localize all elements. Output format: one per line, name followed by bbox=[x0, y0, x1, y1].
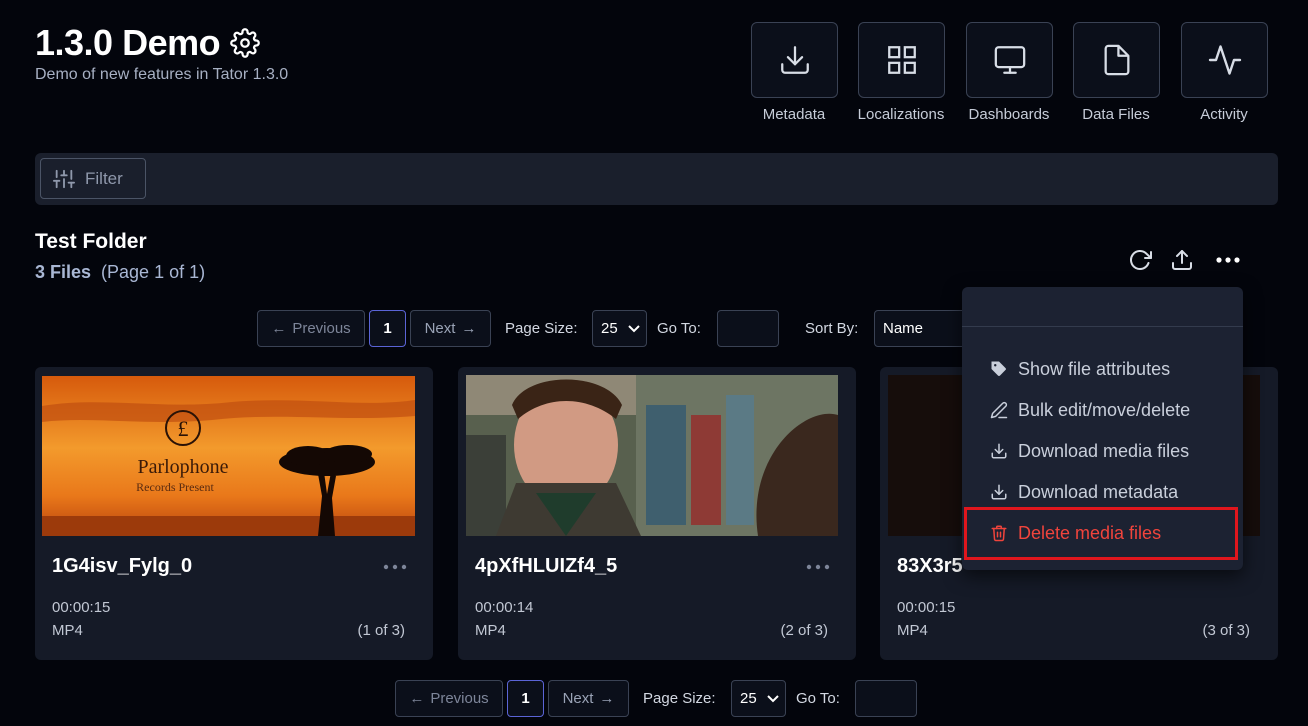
project-title-row: 1.3.0 Demo bbox=[35, 22, 260, 64]
previous-label: Previous bbox=[292, 320, 351, 337]
next-label: Next bbox=[424, 320, 456, 337]
media-duration: 00:00:15 bbox=[52, 599, 111, 616]
metadata-button[interactable] bbox=[751, 22, 838, 98]
media-name[interactable]: 1G4isv_Fylg_0 bbox=[52, 555, 192, 578]
sliders-icon bbox=[53, 168, 75, 190]
media-type: MP4 bbox=[475, 622, 506, 639]
activity-button[interactable] bbox=[1181, 22, 1268, 98]
filter-bar bbox=[35, 153, 1278, 205]
highlight-annotation bbox=[964, 507, 1238, 560]
arrow-left-icon: ← bbox=[409, 690, 425, 707]
filter-label: Filter bbox=[85, 168, 123, 188]
media-thumbnail[interactable] bbox=[466, 375, 838, 536]
menu-item-label: Bulk edit/move/delete bbox=[1018, 399, 1191, 420]
page-size-select[interactable]: 25 bbox=[592, 310, 647, 347]
metadata-label: Metadata bbox=[762, 106, 826, 123]
arrow-left-icon: ← bbox=[271, 320, 287, 337]
more-horizontal-icon[interactable] bbox=[383, 563, 407, 571]
media-duration: 00:00:14 bbox=[475, 599, 534, 616]
more-horizontal-icon[interactable] bbox=[806, 563, 830, 571]
page-size-value: 25 bbox=[740, 690, 757, 707]
more-options-button[interactable] bbox=[1213, 245, 1243, 275]
page-1-button[interactable]: 1 bbox=[369, 310, 406, 347]
page-size-label: Page Size: bbox=[505, 320, 578, 337]
more-horizontal-icon bbox=[1215, 255, 1241, 265]
goto-page-input-bottom[interactable] bbox=[855, 680, 917, 717]
download-icon bbox=[990, 442, 1008, 460]
refresh-icon bbox=[1128, 248, 1152, 272]
filter-button[interactable]: Filter bbox=[40, 158, 146, 199]
file-count: 3 Files bbox=[35, 262, 92, 282]
show-file-attributes-item[interactable]: Show file attributes bbox=[990, 356, 1170, 382]
menu-item-label: Show file attributes bbox=[1018, 358, 1171, 379]
dashboards-button[interactable] bbox=[966, 22, 1053, 98]
previous-page-button-bottom[interactable]: ← Previous bbox=[395, 680, 503, 717]
project-description: Demo of new features in Tator 1.3.0 bbox=[35, 66, 289, 83]
activity-label: Activity bbox=[1200, 106, 1248, 123]
data-files-label: Data Files bbox=[1082, 106, 1150, 123]
next-page-button-bottom[interactable]: Next → bbox=[548, 680, 629, 717]
project-settings-icon[interactable] bbox=[230, 28, 260, 58]
chevron-down-icon bbox=[628, 324, 640, 333]
media-type: MP4 bbox=[52, 622, 83, 639]
download-icon bbox=[990, 483, 1008, 501]
next-label: Next bbox=[562, 690, 594, 707]
parlophone-sub-text: Records Present bbox=[136, 480, 214, 494]
previous-page-button[interactable]: ← Previous bbox=[257, 310, 365, 347]
page-size-value: 25 bbox=[601, 320, 618, 337]
media-position: (3 of 3) bbox=[1202, 622, 1250, 639]
menu-item-label: Download media files bbox=[1018, 440, 1190, 461]
localizations-label: Localizations bbox=[857, 106, 945, 123]
tag-icon bbox=[990, 360, 1008, 378]
menu-item-label: Download metadata bbox=[1018, 481, 1179, 502]
refresh-button[interactable] bbox=[1125, 245, 1155, 275]
media-type: MP4 bbox=[897, 622, 928, 639]
project-title: 1.3.0 Demo bbox=[35, 22, 221, 63]
next-page-button[interactable]: Next → bbox=[410, 310, 491, 347]
folder-title: Test Folder bbox=[35, 230, 147, 253]
file-icon bbox=[1100, 43, 1134, 77]
chevron-down-icon bbox=[767, 694, 779, 703]
media-duration: 00:00:15 bbox=[897, 599, 956, 616]
svg-text:£: £ bbox=[178, 416, 189, 441]
media-card[interactable]: 4pXfHLUIZf4_5 00:00:14 MP4 (2 of 3) bbox=[458, 367, 856, 660]
menu-divider bbox=[962, 326, 1243, 327]
download-icon bbox=[778, 43, 812, 77]
arrow-right-icon: → bbox=[461, 320, 477, 337]
parlophone-logo-text: Parlophone bbox=[137, 456, 228, 478]
bulk-edit-item[interactable]: Bulk edit/move/delete bbox=[990, 397, 1190, 423]
previous-label: Previous bbox=[430, 690, 489, 707]
sort-by-select[interactable]: Name bbox=[874, 310, 974, 347]
media-position: (1 of 3) bbox=[357, 622, 405, 639]
localizations-button[interactable] bbox=[858, 22, 945, 98]
sort-by-value: Name bbox=[883, 320, 924, 337]
upload-button[interactable] bbox=[1167, 245, 1197, 275]
data-files-button[interactable] bbox=[1073, 22, 1160, 98]
media-name[interactable]: 83X3r5 bbox=[897, 555, 963, 578]
page-size-select-bottom[interactable]: 25 bbox=[731, 680, 786, 717]
pencil-icon bbox=[990, 401, 1008, 419]
dashboards-label: Dashboards bbox=[968, 106, 1050, 123]
grid-icon bbox=[885, 43, 919, 77]
page-info: (Page 1 of 1) bbox=[101, 262, 206, 282]
monitor-icon bbox=[993, 43, 1027, 77]
media-position: (2 of 3) bbox=[780, 622, 828, 639]
folder-summary: 3 Files (Page 1 of 1) bbox=[35, 262, 205, 283]
goto-label: Go To: bbox=[657, 320, 701, 337]
media-card[interactable]: £ Parlophone Records Present 1G4isv_Fylg… bbox=[35, 367, 433, 660]
media-name[interactable]: 4pXfHLUIZf4_5 bbox=[475, 555, 617, 578]
arrow-right-icon: → bbox=[599, 690, 615, 707]
download-media-files-item[interactable]: Download media files bbox=[990, 438, 1189, 464]
media-thumbnail[interactable]: £ Parlophone Records Present bbox=[42, 376, 415, 536]
sort-by-label: Sort By: bbox=[805, 320, 859, 337]
goto-page-input[interactable] bbox=[717, 310, 779, 347]
goto-label-bottom: Go To: bbox=[796, 690, 840, 707]
download-metadata-item[interactable]: Download metadata bbox=[990, 479, 1178, 505]
activity-icon bbox=[1207, 42, 1243, 78]
upload-icon bbox=[1170, 248, 1194, 272]
page-size-label-bottom: Page Size: bbox=[643, 690, 716, 707]
page-1-button-bottom[interactable]: 1 bbox=[507, 680, 544, 717]
